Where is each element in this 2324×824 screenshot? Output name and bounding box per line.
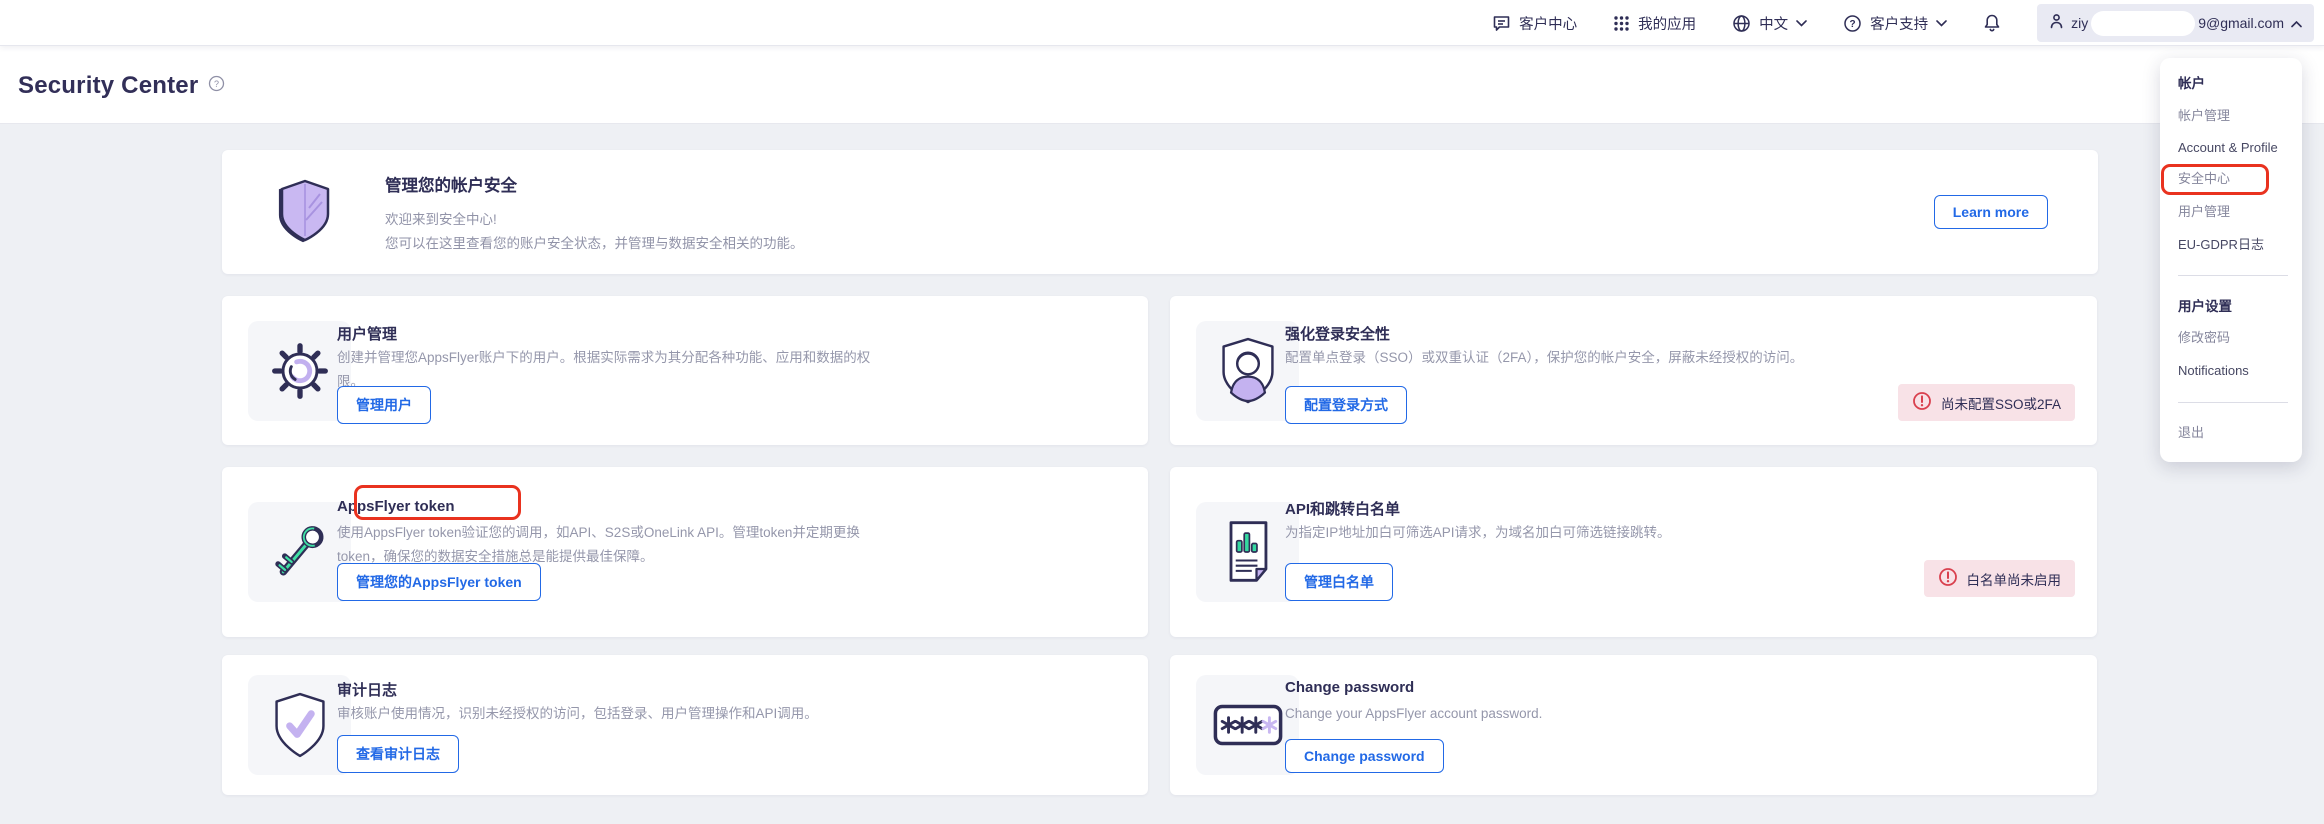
view-audit-log-button[interactable]: 查看审计日志 <box>337 735 459 773</box>
redaction-blur <box>2091 10 2196 36</box>
configure-login-button[interactable]: 配置登录方式 <box>1285 386 1407 424</box>
nav-support[interactable]: ? 客户支持 <box>1843 13 1947 34</box>
top-nav-bar: 客户中心 我的应用 中文 ? 客户支持 ziy 9@gmail.com <box>0 0 2324 46</box>
card-description: 使用AppsFlyer token验证您的调用，如API、S2S或OneLink… <box>337 525 860 564</box>
menu-divider <box>2178 402 2288 403</box>
card-description: 为指定IP地址加白可筛选API请求，为域名加白可筛选链接跳转。 <box>1285 525 1671 540</box>
security-center-page: 客户中心 我的应用 中文 ? 客户支持 ziy 9@gmail.com Secu… <box>0 0 2324 824</box>
page-header: Security Center ? <box>0 46 2324 124</box>
menu-item-change-password[interactable]: 修改密码 <box>2178 322 2292 354</box>
user-management-card: 用户管理 创建并管理您AppsFlyer账户下的用户。根据实际需求为其分配各种功… <box>222 296 1148 445</box>
nav-language-label: 中文 <box>1759 16 1789 33</box>
warning-icon <box>1938 567 1958 590</box>
svg-text:?: ? <box>214 79 219 89</box>
banner-line1: 欢迎来到安全中心! <box>385 212 497 227</box>
card-title: 强化登录安全性 <box>1285 326 1391 343</box>
doc-chart-icon <box>1196 502 1299 602</box>
chat-icon <box>1492 14 1511 33</box>
user-account-menu-button[interactable]: ziy 9@gmail.com <box>2037 4 2314 42</box>
shield-icon <box>272 176 338 251</box>
badge-label: 尚未配置SSO或2FA <box>1940 396 2061 412</box>
badge-label: 白名单尚未启用 <box>1966 572 2062 588</box>
banner-title: 管理您的帐户安全 <box>385 177 517 195</box>
gear-icon <box>248 320 351 421</box>
user-email-suffix: 9@gmail.com <box>2198 15 2284 31</box>
learn-more-button[interactable]: Learn more <box>1933 195 2048 229</box>
top-nav-items: 客户中心 我的应用 中文 ? 客户支持 ziy 9@gmail.com <box>1492 0 2314 46</box>
card-title: Change password <box>1285 679 1415 696</box>
nav-my-apps[interactable]: 我的应用 <box>1613 13 1696 34</box>
menu-item-logout[interactable]: 退出 <box>2178 417 2292 449</box>
page-title: Security Center <box>18 72 199 99</box>
card-title: 用户管理 <box>337 326 398 343</box>
bell-icon <box>1983 13 2001 33</box>
menu-header-account: 帐户 <box>2178 76 2205 91</box>
change-password-card: Change password Change your AppsFlyer ac… <box>1170 655 2097 795</box>
login-security-card: 强化登录安全性 配置单点登录（SSO）或双重认证（2FA），保护您的帐户安全，屏… <box>1170 296 2097 445</box>
sso-warning-badge: 尚未配置SSO或2FA <box>1897 384 2075 421</box>
security-banner-card: 管理您的帐户安全 欢迎来到安全中心! 您可以在这里查看您的账户安全状态，并管理与… <box>222 150 2098 274</box>
globe-icon <box>1732 14 1751 33</box>
title-help-icon[interactable]: ? <box>208 75 225 97</box>
svg-text:?: ? <box>1850 19 1856 30</box>
banner-line2: 您可以在这里查看您的账户安全状态，并管理与数据安全相关的功能。 <box>385 236 804 251</box>
menu-header-user-settings: 用户设置 <box>2178 299 2232 314</box>
chevron-up-icon <box>2291 15 2302 31</box>
password-icon <box>1196 675 1299 775</box>
card-title: AppsFlyer token <box>337 498 455 515</box>
card-description: 配置单点登录（SSO）或双重认证（2FA），保护您的帐户安全，屏蔽未经授权的访问… <box>1285 350 1804 365</box>
audit-log-card: 审计日志 审核账户使用情况，识别未经授权的访问，包括登录、用户管理操作和API调… <box>222 655 1148 795</box>
card-description: Change your AppsFlyer account password. <box>1285 706 1543 721</box>
card-title: API和跳转白名单 <box>1285 501 1401 518</box>
menu-item-account-profile[interactable]: Account & Profile <box>2178 132 2292 164</box>
notifications-bell[interactable] <box>1983 13 2001 33</box>
menu-divider <box>2178 275 2288 276</box>
manage-whitelist-button[interactable]: 管理白名单 <box>1285 563 1393 601</box>
card-description: 审核账户使用情况，识别未经授权的访问，包括登录、用户管理操作和API调用。 <box>337 706 818 721</box>
menu-item-security-center[interactable]: 安全中心 <box>2178 163 2292 195</box>
manage-users-button[interactable]: 管理用户 <box>337 386 431 424</box>
nav-support-label: 客户支持 <box>1870 16 1929 33</box>
user-email-prefix: ziy <box>2071 15 2089 31</box>
card-title: 审计日志 <box>337 682 398 699</box>
person-icon <box>2049 13 2064 33</box>
manage-token-button[interactable]: 管理您的AppsFlyer token <box>337 563 541 601</box>
chevron-down-icon <box>1936 19 1947 27</box>
shield-check-icon <box>248 675 351 775</box>
appsflyer-token-card: AppsFlyer token 使用AppsFlyer token验证您的调用，… <box>222 467 1148 637</box>
question-circle-icon: ? <box>1843 14 1862 33</box>
api-whitelist-card: API和跳转白名单 为指定IP地址加白可筛选API请求，为域名加白可筛选链接跳转… <box>1170 467 2097 637</box>
chevron-down-icon <box>1796 19 1807 27</box>
menu-item-notifications[interactable]: Notifications <box>2178 355 2292 387</box>
grid-icon <box>1613 15 1630 32</box>
nav-my-apps-label: 我的应用 <box>1638 16 1697 33</box>
warning-icon <box>1912 391 1932 414</box>
menu-item-eu-gdpr-log[interactable]: EU-GDPR日志 <box>2178 229 2292 261</box>
account-dropdown-menu: 帐户 帐户管理 Account & Profile 安全中心 用户管理 EU-G… <box>2160 58 2302 462</box>
change-password-button[interactable]: Change password <box>1285 739 1444 773</box>
shield-user-icon <box>1196 320 1299 421</box>
menu-item-user-management[interactable]: 用户管理 <box>2178 196 2292 228</box>
page-body: 管理您的帐户安全 欢迎来到安全中心! 您可以在这里查看您的账户安全状态，并管理与… <box>0 124 2324 824</box>
whitelist-warning-badge: 白名单尚未启用 <box>1923 560 2075 597</box>
nav-language[interactable]: 中文 <box>1732 13 1807 34</box>
key-icon <box>248 502 351 602</box>
nav-help-center[interactable]: 客户中心 <box>1492 13 1577 34</box>
menu-item-account-management[interactable]: 帐户管理 <box>2178 100 2292 132</box>
nav-help-center-label: 客户中心 <box>1519 16 1578 33</box>
